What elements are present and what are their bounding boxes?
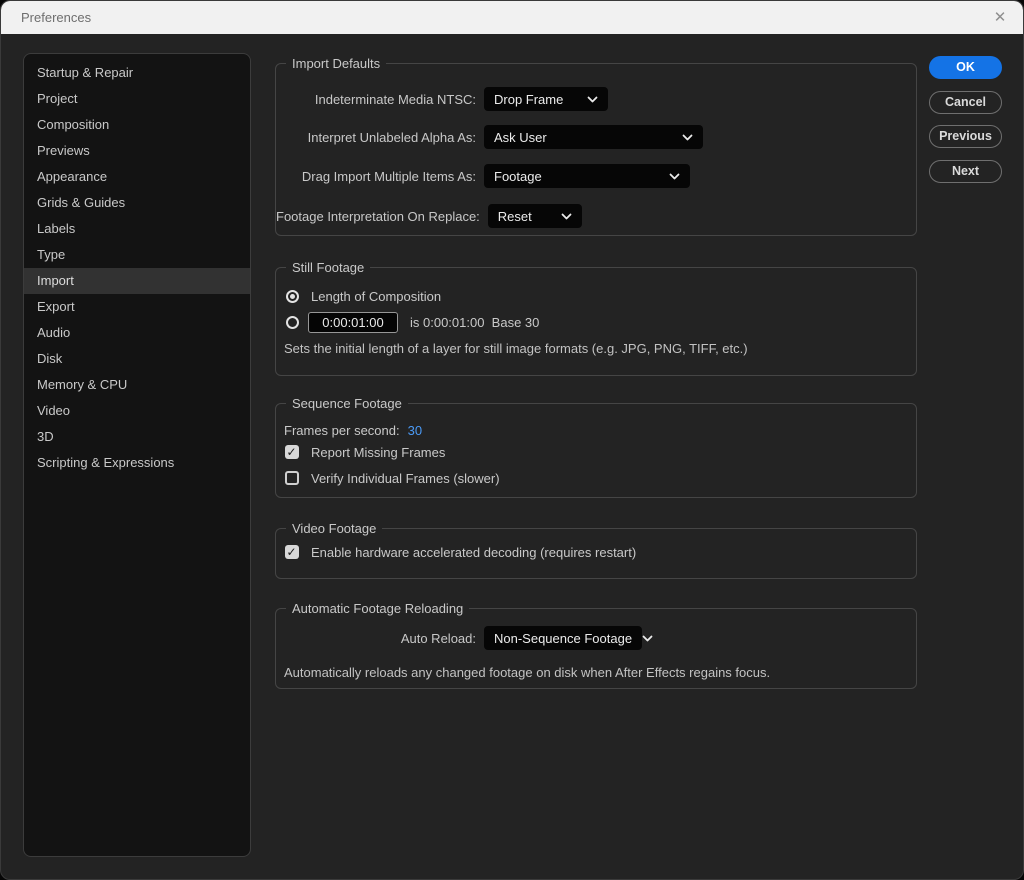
group-video-footage: Video Footage Enable hardware accelerate… <box>275 528 917 579</box>
chevron-down-icon <box>642 635 653 642</box>
row-length-of-composition: Length of Composition <box>276 287 916 305</box>
dropdown-value: Drop Frame <box>494 92 563 107</box>
chevron-down-icon <box>561 213 572 220</box>
row-custom-duration: is 0:00:01:00 Base 30 <box>276 311 916 333</box>
next-button[interactable]: Next <box>929 160 1002 183</box>
indeterminate-media-ntsc-dropdown[interactable]: Drop Frame <box>484 87 608 111</box>
row-frames-per-second: Frames per second: 30 <box>276 422 916 439</box>
interpret-unlabeled-alpha-dropdown[interactable]: Ask User <box>484 125 703 149</box>
dropdown-value: Non-Sequence Footage <box>494 631 632 646</box>
group-title: Video Footage <box>286 521 382 537</box>
sidebar-item-labels[interactable]: Labels <box>24 216 250 242</box>
preferences-dialog: Preferences ✕ Startup & Repair Project C… <box>0 0 1024 880</box>
still-footage-help-text: Sets the initial length of a layer for s… <box>284 341 748 356</box>
row-hardware-decoding: Enable hardware accelerated decoding (re… <box>276 543 916 561</box>
chevron-down-icon <box>669 173 680 180</box>
drag-import-multiple-label: Drag Import Multiple Items As: <box>276 169 476 184</box>
dropdown-value: Reset <box>498 209 532 224</box>
length-of-composition-radio[interactable] <box>286 290 299 303</box>
sidebar-item-appearance[interactable]: Appearance <box>24 164 250 190</box>
previous-button[interactable]: Previous <box>929 125 1002 148</box>
sidebar-item-3d[interactable]: 3D <box>24 424 250 450</box>
group-sequence-footage: Sequence Footage Frames per second: 30 R… <box>275 403 917 498</box>
report-missing-frames-label: Report Missing Frames <box>311 445 445 460</box>
close-icon[interactable]: ✕ <box>985 1 1015 34</box>
verify-individual-frames-label: Verify Individual Frames (slower) <box>311 471 500 486</box>
chevron-down-icon <box>587 96 598 103</box>
sidebar-item-scripting-expressions[interactable]: Scripting & Expressions <box>24 450 250 476</box>
group-automatic-footage-reloading: Automatic Footage Reloading Auto Reload:… <box>275 608 917 689</box>
ok-button[interactable]: OK <box>929 56 1002 79</box>
group-title: Import Defaults <box>286 56 386 72</box>
chevron-down-icon <box>682 134 693 141</box>
auto-reload-dropdown[interactable]: Non-Sequence Footage <box>484 626 642 650</box>
sidebar-item-previews[interactable]: Previews <box>24 138 250 164</box>
hardware-decoding-checkbox[interactable] <box>285 545 299 559</box>
sidebar-item-export[interactable]: Export <box>24 294 250 320</box>
verify-individual-frames-checkbox[interactable] <box>285 471 299 485</box>
sidebar-item-audio[interactable]: Audio <box>24 320 250 346</box>
row-indeterminate-media-ntsc: Indeterminate Media NTSC: Drop Frame <box>276 87 916 111</box>
frames-per-second-value[interactable]: 30 <box>408 423 422 438</box>
window-title: Preferences <box>21 1 91 34</box>
row-report-missing-frames: Report Missing Frames <box>276 443 916 461</box>
sidebar-item-startup-repair[interactable]: Startup & Repair <box>24 60 250 86</box>
footage-interpretation-label: Footage Interpretation On Replace: <box>276 209 480 224</box>
sidebar-item-grids-guides[interactable]: Grids & Guides <box>24 190 250 216</box>
report-missing-frames-checkbox[interactable] <box>285 445 299 459</box>
indeterminate-media-ntsc-label: Indeterminate Media NTSC: <box>276 92 476 107</box>
sidebar-item-import[interactable]: Import <box>24 268 250 294</box>
row-verify-individual-frames: Verify Individual Frames (slower) <box>276 469 916 487</box>
group-title: Sequence Footage <box>286 396 408 412</box>
sidebar-item-video[interactable]: Video <box>24 398 250 424</box>
group-still-footage: Still Footage Length of Composition is 0… <box>275 267 917 376</box>
preferences-category-list: Startup & Repair Project Composition Pre… <box>23 53 251 857</box>
row-drag-import-multiple: Drag Import Multiple Items As: Footage <box>276 164 916 188</box>
group-import-defaults: Import Defaults Indeterminate Media NTSC… <box>275 63 917 236</box>
sidebar-item-type[interactable]: Type <box>24 242 250 268</box>
frames-per-second-label: Frames per second: <box>284 423 400 438</box>
length-of-composition-label: Length of Composition <box>311 289 441 304</box>
sidebar-item-disk[interactable]: Disk <box>24 346 250 372</box>
cancel-button[interactable]: Cancel <box>929 91 1002 114</box>
row-footage-interpretation: Footage Interpretation On Replace: Reset <box>276 204 916 228</box>
interpret-unlabeled-alpha-label: Interpret Unlabeled Alpha As: <box>276 130 476 145</box>
row-auto-reload: Auto Reload: Non-Sequence Footage <box>276 626 916 650</box>
dropdown-value: Footage <box>494 169 542 184</box>
sidebar-item-project[interactable]: Project <box>24 86 250 112</box>
hardware-decoding-label: Enable hardware accelerated decoding (re… <box>311 545 636 560</box>
group-title: Automatic Footage Reloading <box>286 601 469 617</box>
row-interpret-unlabeled-alpha: Interpret Unlabeled Alpha As: Ask User <box>276 125 916 149</box>
import-preferences-panel: Import Defaults Indeterminate Media NTSC… <box>275 1 917 880</box>
auto-reload-label: Auto Reload: <box>276 631 476 646</box>
dropdown-value: Ask User <box>494 130 547 145</box>
timecode-suffix: is 0:00:01:00 Base 30 <box>410 315 539 330</box>
sidebar-item-memory-cpu[interactable]: Memory & CPU <box>24 372 250 398</box>
sidebar-item-composition[interactable]: Composition <box>24 112 250 138</box>
timecode-input[interactable] <box>308 312 398 333</box>
drag-import-multiple-dropdown[interactable]: Footage <box>484 164 690 188</box>
footage-interpretation-dropdown[interactable]: Reset <box>488 204 582 228</box>
custom-duration-radio[interactable] <box>286 316 299 329</box>
group-title: Still Footage <box>286 260 370 276</box>
auto-reload-help-text: Automatically reloads any changed footag… <box>284 665 770 680</box>
